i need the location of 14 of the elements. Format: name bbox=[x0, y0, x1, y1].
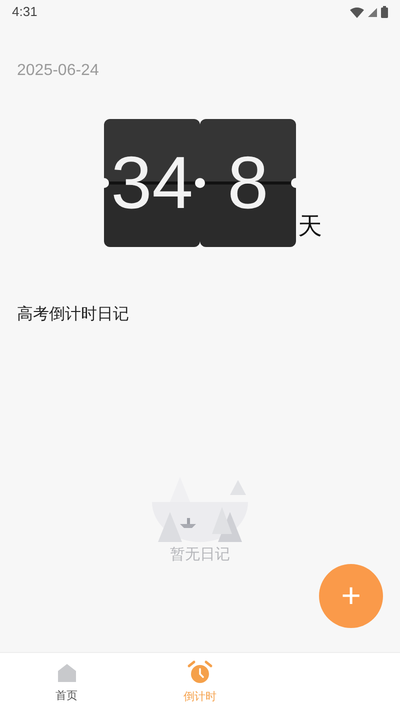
countdown-digits: 8 bbox=[227, 146, 269, 220]
unit-text: 天 bbox=[298, 212, 322, 242]
add-button[interactable]: + bbox=[319, 564, 383, 628]
nav-tab[interactable]: 首页 bbox=[0, 653, 134, 712]
battery-icon bbox=[381, 6, 388, 18]
nav-tab[interactable]: 倒计时 bbox=[133, 653, 267, 712]
date-text: 2025-06-24 bbox=[17, 62, 99, 79]
wifi-icon bbox=[350, 6, 364, 18]
signal-icon bbox=[368, 8, 377, 16]
empty-state-text: 暂无日记 bbox=[170, 544, 230, 564]
countdown-digits: 34 bbox=[110, 146, 194, 220]
alarm-clock-icon bbox=[186, 660, 213, 686]
section-title: 高考倒计时日记 bbox=[17, 306, 129, 323]
status-time: 4:31 bbox=[12, 3, 38, 22]
